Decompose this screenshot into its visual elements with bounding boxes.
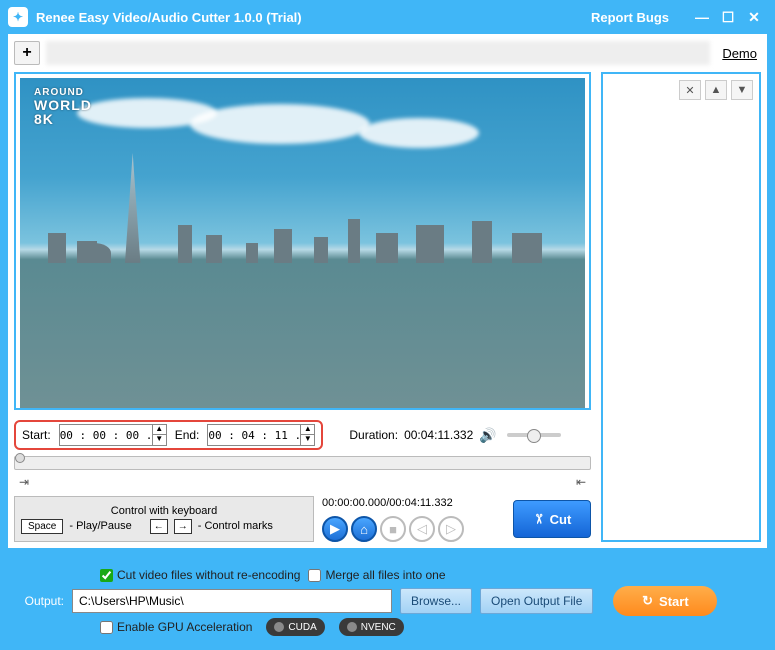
open-output-button[interactable]: Open Output File bbox=[480, 588, 593, 614]
video-preview[interactable]: AROUND WORLD 8K bbox=[20, 78, 585, 408]
no-reencode-checkbox[interactable]: Cut video files without re-encoding bbox=[100, 568, 300, 582]
timecode: 00:00:00.000/00:04:11.332 bbox=[322, 496, 453, 509]
end-down[interactable]: ▼ bbox=[301, 435, 314, 445]
duration-value: 00:04:11.332 bbox=[404, 428, 473, 442]
next-frame-button[interactable]: ▷ bbox=[438, 516, 464, 542]
end-time-spinner[interactable]: ▲▼ bbox=[207, 424, 315, 446]
app-icon: ✦ bbox=[8, 7, 28, 27]
start-button[interactable]: ↻Start bbox=[613, 586, 717, 616]
add-file-button[interactable]: + bbox=[14, 41, 40, 65]
right-key-hint: → bbox=[174, 519, 192, 534]
refresh-icon: ↻ bbox=[642, 593, 653, 609]
play-button[interactable]: ▶ bbox=[322, 516, 348, 542]
timeline[interactable] bbox=[14, 456, 591, 470]
maximize-button[interactable]: ☐ bbox=[715, 7, 741, 27]
volume-icon[interactable]: 🔊 bbox=[479, 427, 496, 444]
output-label: Output: bbox=[16, 594, 64, 608]
home-button[interactable]: ⌂ bbox=[351, 516, 377, 542]
titlebar: ✦ Renee Easy Video/Audio Cutter 1.0.0 (T… bbox=[0, 0, 775, 34]
video-watermark: AROUND WORLD 8K bbox=[34, 88, 92, 126]
volume-slider[interactable] bbox=[507, 433, 561, 437]
close-button[interactable]: ✕ bbox=[741, 7, 767, 27]
start-down[interactable]: ▼ bbox=[153, 435, 166, 445]
merge-checkbox[interactable]: Merge all files into one bbox=[308, 568, 445, 582]
playhead[interactable] bbox=[15, 453, 25, 463]
app-title: Renee Easy Video/Audio Cutter 1.0.0 (Tri… bbox=[36, 10, 302, 25]
gpu-accel-checkbox[interactable]: Enable GPU Acceleration bbox=[100, 620, 252, 634]
mark-out-button[interactable]: ⇤ bbox=[571, 472, 591, 492]
mark-in-button[interactable]: ⇥ bbox=[14, 472, 34, 492]
segments-panel: ✕ ▲ ▼ bbox=[601, 72, 761, 542]
move-down-button[interactable]: ▼ bbox=[731, 80, 753, 100]
keyboard-hints: Control with keyboard Space - Play/Pause… bbox=[14, 496, 314, 542]
file-path-field[interactable] bbox=[46, 41, 710, 65]
start-time-spinner[interactable]: ▲▼ bbox=[59, 424, 167, 446]
left-key-hint: ← bbox=[150, 519, 168, 534]
space-key-hint: Space bbox=[21, 519, 63, 534]
cuda-badge: CUDA bbox=[266, 618, 324, 636]
cut-button[interactable]: ✂ Cut bbox=[513, 500, 591, 538]
end-label: End: bbox=[175, 428, 200, 442]
start-time-input[interactable] bbox=[60, 429, 152, 442]
demo-link[interactable]: Demo bbox=[722, 46, 757, 61]
browse-button[interactable]: Browse... bbox=[400, 588, 472, 614]
duration-label: Duration: bbox=[349, 428, 398, 442]
delete-segment-button[interactable]: ✕ bbox=[679, 80, 701, 100]
stop-button[interactable]: ■ bbox=[380, 516, 406, 542]
report-bugs-link[interactable]: Report Bugs bbox=[591, 10, 669, 25]
minimize-button[interactable]: — bbox=[689, 7, 715, 27]
start-end-highlight: Start: ▲▼ End: ▲▼ bbox=[14, 420, 323, 450]
video-preview-frame: AROUND WORLD 8K bbox=[14, 72, 591, 410]
nvenc-badge: NVENC bbox=[339, 618, 404, 636]
output-path-input[interactable] bbox=[72, 589, 392, 613]
scissors-icon: ✂ bbox=[530, 514, 546, 525]
end-time-input[interactable] bbox=[208, 429, 300, 442]
start-label: Start: bbox=[22, 428, 51, 442]
move-up-button[interactable]: ▲ bbox=[705, 80, 727, 100]
prev-frame-button[interactable]: ◁ bbox=[409, 516, 435, 542]
